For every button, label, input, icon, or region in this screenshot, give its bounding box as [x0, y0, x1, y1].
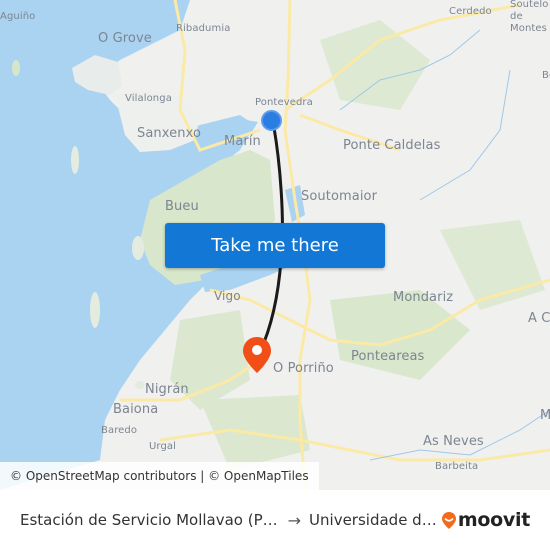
place-label: Baiona: [113, 402, 159, 417]
place-label: Vilalonga: [125, 93, 172, 104]
route-destination: Universidade d…: [309, 511, 437, 529]
place-label: Cerdedo: [449, 6, 492, 17]
place-label: Ponteareas: [351, 349, 425, 364]
place-label: O Porriño: [273, 361, 334, 376]
island: [71, 146, 79, 174]
place-label: Baredo: [101, 425, 138, 436]
place-label: Mondariz: [393, 290, 454, 305]
place-label: As Neves: [423, 434, 484, 449]
moovit-pin-icon: [441, 511, 456, 529]
place-label: O Grove: [98, 31, 152, 46]
island: [135, 381, 145, 389]
map-attribution[interactable]: © OpenStreetMap contributors | © OpenMap…: [0, 462, 319, 490]
origin-marker[interactable]: [261, 110, 282, 131]
island: [132, 236, 144, 260]
place-label: Soutelo de Montes: [510, 0, 549, 34]
place-label: Barbeita: [435, 461, 479, 472]
take-me-there-button[interactable]: Take me there: [165, 223, 385, 268]
arrow-right-icon: →: [287, 510, 302, 530]
island: [12, 60, 20, 76]
place-label: Ribadumia: [176, 23, 231, 34]
place-label: Nigrán: [145, 382, 189, 397]
moovit-logo[interactable]: moovit: [441, 509, 530, 531]
place-label: Pontevedra: [255, 97, 313, 108]
place-label: Sanxenxo: [137, 126, 202, 141]
place-label: Aguiño: [0, 11, 36, 22]
island: [90, 292, 100, 328]
route-origin: Estación de Servicio Mollavao (P…: [20, 511, 278, 529]
place-label: Urgal: [149, 441, 177, 452]
place-label: M: [540, 408, 550, 423]
place-label: Vigo: [214, 289, 241, 303]
forest: [320, 20, 430, 110]
place-label: Soutomaior: [301, 189, 378, 204]
destination-pin-icon[interactable]: [242, 336, 272, 374]
moovit-wordmark: moovit: [457, 509, 530, 531]
river: [419, 69, 511, 201]
place-label: A Ca: [528, 311, 550, 326]
place-label: Ponte Caldelas: [343, 138, 441, 153]
map[interactable]: Aguiño O Grove Ribadumia Cerdedo Soutelo…: [0, 0, 550, 490]
place-label: Bueu: [165, 199, 199, 214]
place-label: Marín: [224, 134, 261, 149]
place-label: Be: [542, 70, 550, 81]
